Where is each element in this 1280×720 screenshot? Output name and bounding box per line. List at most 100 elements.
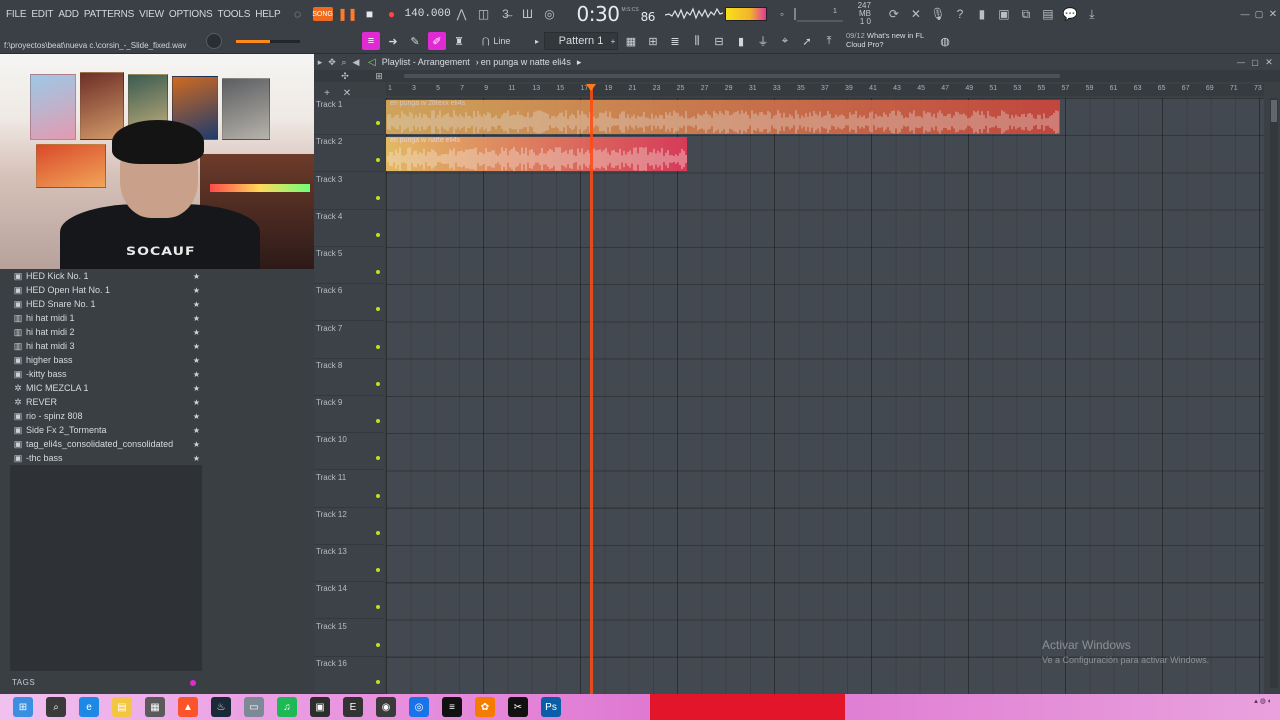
edge-icon[interactable]: e [79,697,99,717]
track-mute-led[interactable] [376,568,380,572]
track-mute-led[interactable] [376,456,380,461]
favorite-star-icon[interactable]: ★ [193,370,200,379]
obs-icon[interactable]: ◉ [376,697,396,717]
browser-item[interactable]: ▥ hi hat midi 2 ★ [10,325,202,339]
track-header[interactable]: Track 9 [314,396,384,433]
arrangement-arrow-icon[interactable]: ▸ [577,57,582,68]
channel-rack-view-icon[interactable]: ⫼ [688,32,706,50]
playlist-view-icon[interactable]: ▦ [622,32,640,50]
menu-help[interactable]: HELP [255,9,281,20]
chat-icon[interactable]: 💬 [1061,5,1079,23]
stamp-icon[interactable]: ♜ [450,32,468,50]
browser-item[interactable]: ▣ HED Snare No. 1 ★ [10,297,202,311]
menu-view[interactable]: VIEW [139,9,164,20]
menu-file[interactable]: FILE [6,9,27,20]
forward-arrow-icon[interactable]: ➜ [384,32,402,50]
files-icon[interactable]: ▭ [244,697,264,717]
timeline-ruler[interactable]: 1 3 5 7 9 11 13 15 17 19 21 23 25 27 29 31 33 35 37 39 41 43 4… [386,84,1264,96]
channel-rack-icon[interactable]: ▮ [973,5,991,23]
playlist-close-icon[interactable]: ✕ [1260,53,1278,71]
track-mute-led[interactable] [376,121,380,125]
menu-tools[interactable]: TOOLS [217,9,250,20]
draw-tool-icon[interactable]: ✎ [406,32,424,50]
photoshop-icon[interactable]: Ps [541,697,561,717]
browser-item[interactable]: ▥ hi hat midi 3 ★ [10,339,202,353]
track-mute-led[interactable] [376,344,380,349]
piano-roll-view-icon[interactable]: ⊞ [644,32,662,50]
master-pitch-knob[interactable]: ◦ [773,5,791,23]
favorite-star-icon[interactable]: ★ [193,286,200,295]
track-mute-led[interactable] [376,195,380,200]
plugin-picker-icon[interactable]: ⧉ [1017,5,1035,23]
undo-history-icon[interactable]: ⟳ [885,5,903,23]
chrome-icon[interactable]: ◎ [409,697,429,717]
favorite-star-icon[interactable]: ★ [193,454,200,463]
capcut-icon[interactable]: ✂ [508,697,528,717]
track-header[interactable]: Track 12 [314,508,384,545]
browser-item[interactable]: ▣ -thc bass ★ [10,451,202,465]
track-mute-led[interactable] [376,232,380,237]
browser-item[interactable]: ▣ Side Fx 2_Tormenta ★ [10,423,202,437]
online-icon[interactable]: ◍ [936,32,954,50]
track-mute-led[interactable] [376,642,380,647]
tempo-display[interactable]: 140.000 [405,8,451,20]
windows-icon[interactable]: ⊞ [13,697,33,717]
track-mute-led[interactable] [376,605,380,610]
arrangement-grid[interactable]: en punga w 28texx eli4s en punga w natte … [386,98,1264,694]
menu-patterns[interactable]: PATTERNS [84,9,134,20]
download-icon[interactable]: ⤓ [1083,5,1101,23]
snap-selector[interactable]: ⋂ Line [482,34,534,48]
playlist-overview-bar[interactable]: ✣ ⊞ [314,70,1280,82]
track-header[interactable]: Track 7 [314,322,384,359]
fl-icon[interactable]: ✿ [475,697,495,717]
favorite-star-icon[interactable]: ★ [193,314,200,323]
track-header[interactable]: Track 11 [314,471,384,508]
brave-icon[interactable]: ▲ [178,697,198,717]
save-icon[interactable]: ▣ [995,5,1013,23]
favorite-star-icon[interactable]: ★ [193,440,200,449]
track-header[interactable]: Track 3 [314,173,384,210]
track-header[interactable]: Track 13 [314,545,384,582]
favorite-star-icon[interactable]: ★ [193,356,200,365]
loop-record-icon[interactable]: ◌ [289,5,307,23]
horizontal-scrollbar[interactable] [404,74,1060,78]
blend-notes-icon[interactable]: Ш [519,5,537,23]
favorite-star-icon[interactable]: ★ [193,272,200,281]
vertical-scrollbar[interactable] [1270,98,1278,688]
spotify-icon[interactable]: ♫ [277,697,297,717]
sequencer-view-icon[interactable]: ⊟ [710,32,728,50]
news-panel[interactable]: 09/12 What's new in FL Cloud Pro? [846,31,924,49]
browser-item[interactable]: ▥ hi hat midi 1 ★ [10,311,202,325]
track-mute-led[interactable] [376,158,380,163]
track-mute-led[interactable] [376,530,380,535]
record-button[interactable]: ● [383,5,401,23]
expand-icon[interactable]: ✣ [336,67,354,85]
pause-button[interactable]: ❚❚ [337,5,357,23]
close-window-icon[interactable]: ✕ [1264,5,1280,23]
browser-item[interactable]: ✲ REVER ★ [10,395,202,409]
favorite-star-icon[interactable]: ★ [193,398,200,407]
browser-item[interactable]: ▣ higher bass ★ [10,353,202,367]
track-mute-led[interactable] [376,307,380,312]
track-header[interactable]: Track 5 [314,247,384,284]
favorite-star-icon[interactable]: ★ [193,426,200,435]
track-mute-led[interactable] [376,381,380,386]
track-header[interactable]: Track 1 [314,98,384,135]
audio-clip[interactable]: en punga w natte eli4s [386,137,687,172]
track-header[interactable]: Track 14 [314,582,384,620]
browser-item[interactable]: ▣ tag_eli4s_consolidated_consolidated ★ [10,437,202,451]
send-to-icon[interactable]: ➚ [798,32,816,50]
paint-tool-icon[interactable]: ✐ [428,32,446,50]
playhead-marker-icon[interactable] [586,84,597,91]
audio-clip[interactable]: en punga w 28texx eli4s [386,100,1060,134]
epic-icon[interactable]: E [343,697,363,717]
search-icon[interactable]: ⌕ [46,697,66,717]
touch-controller-icon[interactable]: ⌖ [776,32,794,50]
browser-view-icon[interactable]: ▮ [732,32,750,50]
track-mute-led[interactable] [376,679,380,684]
terminal-icon[interactable]: ▣ [310,697,330,717]
track-header[interactable]: Track 16 [314,657,384,694]
window-menu-icon[interactable]: ▸ [314,53,326,71]
favorite-star-icon[interactable]: ★ [193,328,200,337]
browser-item[interactable]: ▣ -kitty bass ★ [10,367,202,381]
